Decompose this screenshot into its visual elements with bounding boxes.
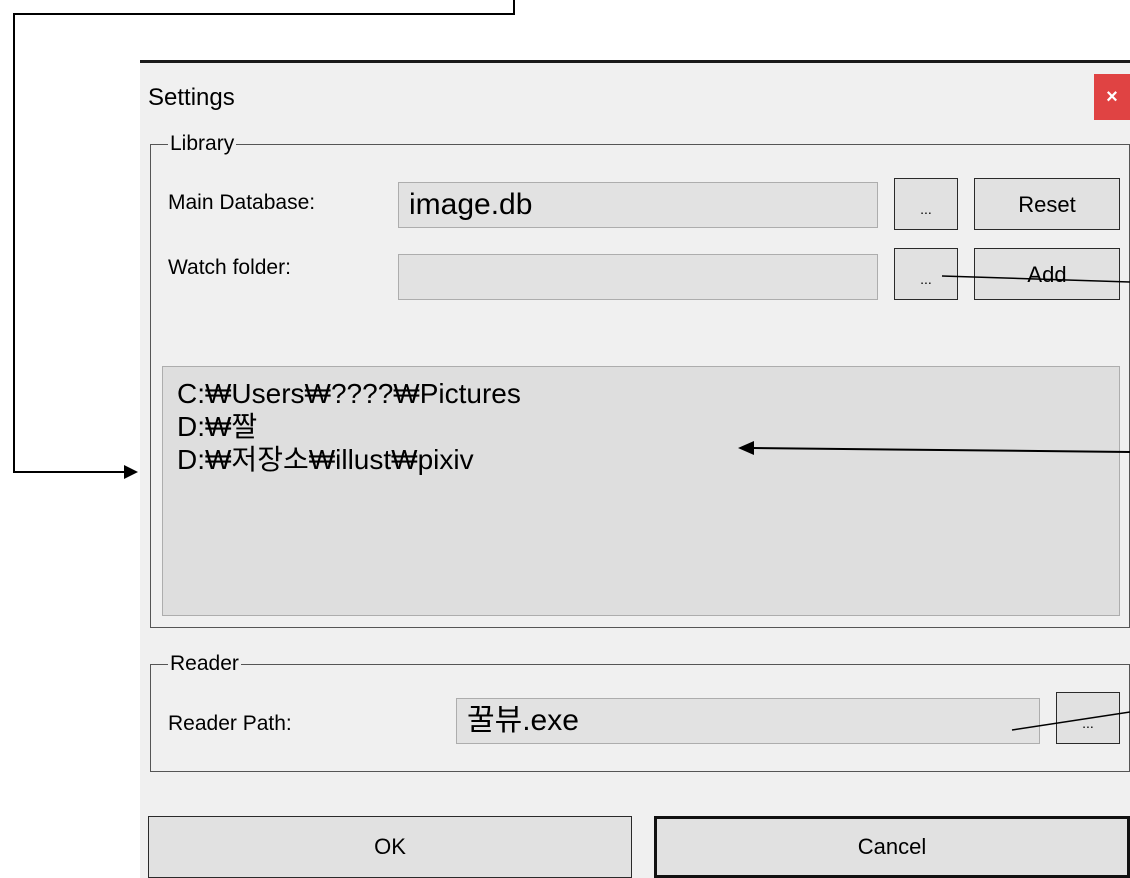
callout-line-top	[13, 0, 515, 473]
annotation-arrows	[13, 0, 1130, 731]
callout-line-list	[751, 447, 1130, 453]
callout-line-watch-folder	[941, 275, 1130, 283]
callout-arrowhead-left	[124, 465, 138, 479]
callout-arrowhead-list	[738, 441, 754, 455]
callout-line-reader-path	[1011, 711, 1130, 731]
